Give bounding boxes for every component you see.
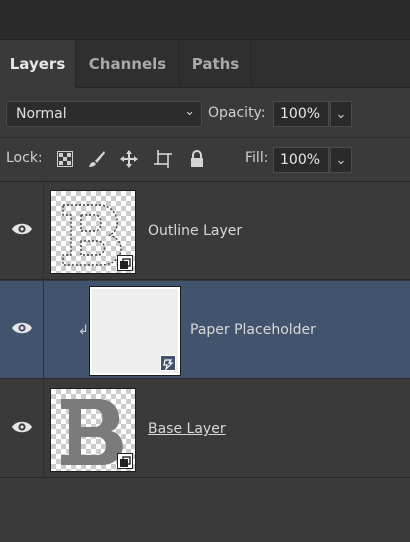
panel-tabs: Layers Channels Paths [0, 40, 410, 88]
smart-object-icon [117, 453, 133, 469]
blend-mode-value: Normal [16, 106, 67, 122]
chevron-down-icon: ⌄ [184, 104, 195, 119]
layer-thumbnail[interactable] [50, 388, 136, 472]
lock-label: Lock: [6, 150, 43, 166]
chevron-down-icon: ⌄ [335, 106, 347, 122]
chevron-down-icon: ⌄ [335, 152, 347, 168]
blend-mode-select[interactable]: Normal ⌄ [6, 101, 202, 127]
panel-top-bar [0, 0, 410, 40]
brush-icon[interactable] [86, 148, 108, 170]
fill-value: 100% [280, 152, 321, 168]
layer-thumbnail[interactable] [50, 190, 136, 274]
layer-row-paper-placeholder[interactable]: ↲ Paper Placeholder [0, 281, 410, 379]
opacity-label: Opacity: [208, 105, 266, 121]
clipping-mask-icon: ↲ [78, 323, 89, 338]
layer-row-outline[interactable]: Outline Layer [0, 182, 410, 280]
linked-smart-object-icon [160, 355, 176, 371]
tab-layers[interactable]: Layers [0, 40, 76, 88]
transparency-lock-icon[interactable] [54, 148, 76, 170]
smart-object-icon [117, 255, 133, 271]
lock-row: Lock: Fill: 100% ⌄ [0, 138, 410, 182]
fill-dropdown-button[interactable]: ⌄ [330, 147, 352, 173]
visibility-eye-icon[interactable] [11, 419, 33, 435]
visibility-eye-icon[interactable] [11, 320, 33, 336]
tab-channels[interactable]: Channels [76, 40, 180, 88]
tab-paths[interactable]: Paths [180, 40, 252, 88]
layer-row-base[interactable]: Base Layer [0, 380, 410, 478]
eye-column-divider [43, 182, 44, 280]
opacity-value: 100% [280, 106, 321, 122]
eye-column-divider [43, 281, 44, 379]
layer-name[interactable]: Paper Placeholder [190, 322, 316, 338]
opacity-dropdown-button[interactable]: ⌄ [330, 101, 352, 127]
opacity-input[interactable]: 100% [273, 101, 329, 127]
layer-name[interactable]: Base Layer [148, 421, 226, 437]
layer-name[interactable]: Outline Layer [148, 223, 242, 239]
padlock-icon[interactable] [186, 148, 208, 170]
fill-label: Fill: [245, 150, 269, 166]
visibility-eye-icon[interactable] [11, 221, 33, 237]
move-icon[interactable] [118, 148, 140, 170]
eye-column-divider [43, 380, 44, 478]
artboard-icon[interactable] [152, 148, 174, 170]
blend-row: Normal ⌄ Opacity: 100% ⌄ [0, 88, 410, 138]
fill-input[interactable]: 100% [273, 147, 329, 173]
layer-thumbnail[interactable] [89, 286, 181, 376]
